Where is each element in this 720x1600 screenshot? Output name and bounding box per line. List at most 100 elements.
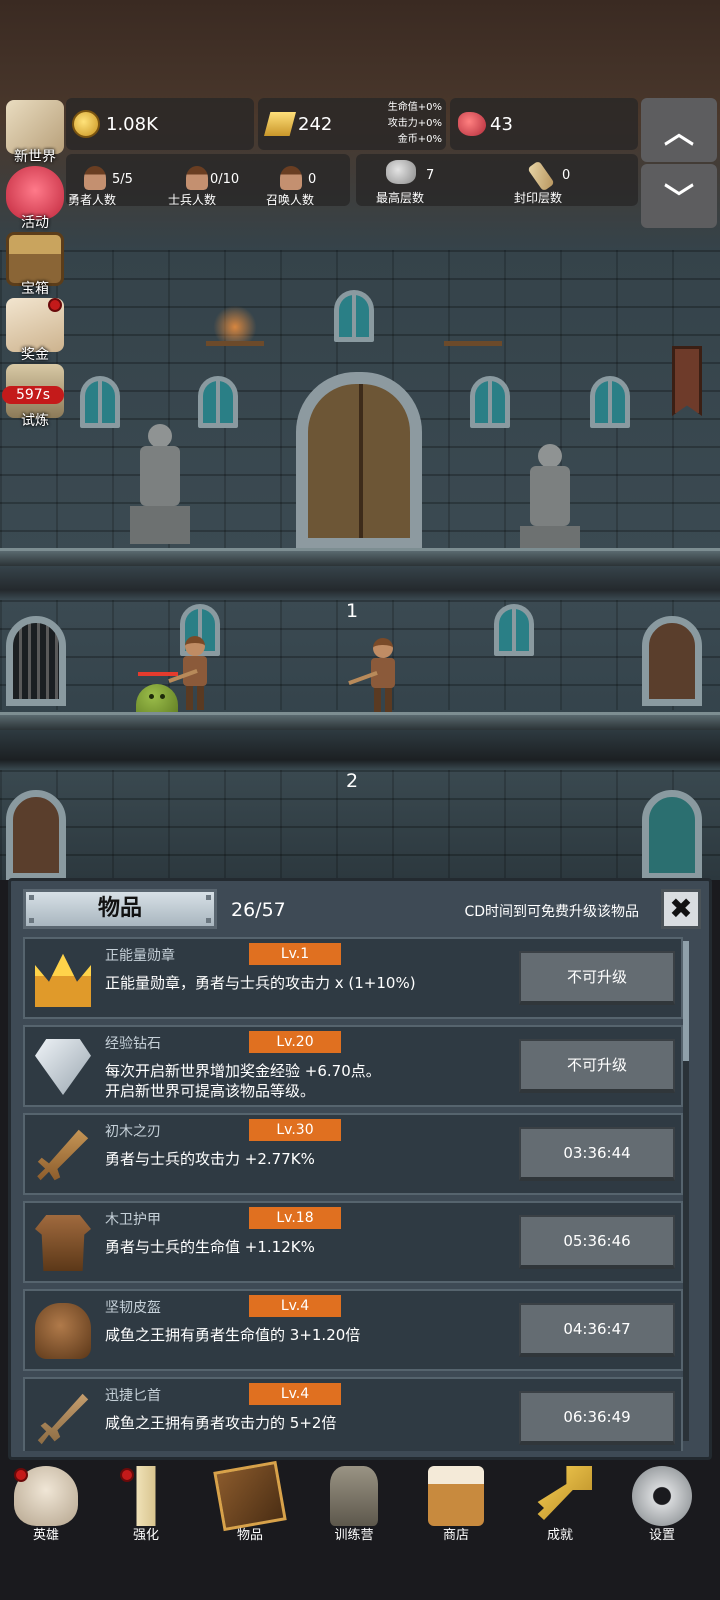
barred-door [6, 616, 66, 706]
scroll-icon [527, 160, 555, 192]
level-badge: Lv.4 [249, 1383, 341, 1405]
side-menu-label: 试炼 [21, 413, 49, 429]
close-button[interactable]: ✖ [661, 889, 701, 929]
item-row: 正能量勋章 Lv.1 正能量勋章，勇者与士兵的攻击力 x (1+10%) 不可升… [23, 937, 683, 1019]
item-list-scrollbar[interactable] [683, 941, 689, 1441]
floor-ledge [0, 548, 720, 566]
side-menu-label: 奖金 [21, 347, 49, 363]
nav-label: 商店 [442, 1528, 469, 1543]
level-badge: Lv.18 [249, 1207, 341, 1229]
window [334, 290, 374, 342]
chandelier [444, 306, 502, 346]
key-icon [537, 1466, 592, 1520]
ingot-panel: 242 生命值+0% 攻击力+0% 金币+0% [258, 98, 446, 150]
gem-amount: 43 [490, 114, 513, 135]
cd-hint: CD时间到可免费升级该物品 [464, 904, 639, 920]
upgrade-timer-button[interactable]: 03:36:44 [519, 1127, 675, 1181]
nav-label: 物品 [236, 1528, 263, 1543]
item-description: 咸鱼之王拥有勇者生命值的 3+1.20倍 [105, 1326, 361, 1344]
item-name: 迅捷匕首 [105, 1388, 161, 1404]
items-title-text: 物品 [97, 896, 142, 921]
hero-character [168, 636, 212, 710]
sealed-floor-value: 0 [562, 168, 571, 183]
nav-label: 强化 [132, 1528, 159, 1543]
highest-floor-label: 最高层数 [376, 191, 425, 205]
nav-label: 英雄 [32, 1528, 59, 1543]
diamond-icon [35, 1039, 91, 1095]
chevron-up-icon: ︿ [664, 116, 694, 151]
items-panel: 物品 26/57 CD时间到可免费升级该物品 ✖ 正能量勋章 Lv.1 正能量勋… [8, 878, 712, 1460]
item-description: 每次开启新世界增加奖金经验 +6.70点。开启新世界可提高该物品等级。 [105, 1062, 381, 1100]
side-menu-chest[interactable]: 宝箱 [2, 232, 68, 298]
floor-number-2: 2 [346, 770, 359, 792]
nav-training-camp[interactable]: 训练营 [304, 1462, 404, 1562]
summon-count: 0 [308, 172, 317, 187]
item-row: 迅捷匕首 Lv.4 咸鱼之王拥有勇者攻击力的 5+2倍 06:36:49 [23, 1377, 683, 1451]
item-name: 正能量勋章 [105, 948, 175, 964]
item-name: 初木之刃 [105, 1124, 161, 1140]
helmet-icon [35, 1303, 91, 1359]
ingot-amount: 242 [298, 114, 333, 135]
nav-enhance[interactable]: 强化 [96, 1462, 196, 1562]
gem-panel: 43 [450, 98, 638, 150]
upgrade-timer-button[interactable]: 04:36:47 [519, 1303, 675, 1357]
soldier-count: 0/10 [210, 172, 240, 187]
scrollbar-thumb[interactable] [683, 941, 689, 1061]
item-description: 咸鱼之王拥有勇者攻击力的 5+2倍 [105, 1414, 337, 1432]
item-count: 26/57 [231, 899, 286, 921]
gold-ingot-icon [264, 112, 296, 136]
upgrade-timer-button[interactable]: 05:36:46 [519, 1215, 675, 1269]
crown-icon [35, 953, 91, 1007]
side-menu-bonus[interactable]: 奖金 [2, 298, 68, 364]
knight-statue [520, 444, 580, 564]
gear-icon [632, 1466, 692, 1526]
item-description: 勇者与士兵的生命值 +1.12K% [105, 1238, 315, 1256]
nav-label: 成就 [546, 1528, 573, 1543]
unit-stats-panel: 5/5 勇者人数 0/10 士兵人数 0 召唤人数 [66, 154, 350, 207]
level-badge: Lv.30 [249, 1119, 341, 1141]
item-name: 坚韧皮盔 [105, 1300, 161, 1316]
wooden-sword-icon [37, 1129, 89, 1181]
upgrade-timer-button[interactable]: 06:36:49 [519, 1391, 675, 1445]
hero-count: 5/5 [112, 172, 133, 187]
items-tab-title: 物品 [23, 889, 217, 929]
nav-heroes[interactable]: 英雄 [0, 1462, 96, 1562]
hero-character [348, 638, 400, 712]
floor-stats-panel: 7 最高层数 0 封印层数 [356, 154, 638, 206]
item-name: 经验钻石 [105, 1036, 161, 1052]
summon-count-label: 召唤人数 [266, 193, 315, 207]
slime-health-bar [138, 672, 178, 676]
side-menu-label: 活动 [21, 215, 49, 231]
window [470, 376, 510, 428]
red-gem-icon [458, 112, 486, 136]
nav-achievements[interactable]: 成就 [510, 1462, 610, 1562]
notification-dot [48, 298, 62, 312]
armor-icon [35, 1215, 91, 1271]
upgrade-button[interactable]: 不可升级 [519, 951, 675, 1005]
item-row: 木卫护甲 Lv.18 勇者与士兵的生命值 +1.12K% 05:36:46 [23, 1201, 683, 1283]
floor-1-wall [0, 600, 720, 710]
item-row: 坚韧皮盔 Lv.4 咸鱼之王拥有勇者生命值的 3+1.20倍 04:36:47 [23, 1289, 683, 1371]
hero-count-icon [84, 166, 106, 190]
side-menu-new-world[interactable]: 新世界 [2, 100, 68, 166]
item-name: 木卫护甲 [105, 1212, 161, 1228]
item-list[interactable]: 正能量勋章 Lv.1 正能量勋章，勇者与士兵的攻击力 x (1+10%) 不可升… [23, 937, 683, 1451]
lit-chandelier [206, 306, 264, 346]
upgrade-button[interactable]: 不可升级 [519, 1039, 675, 1093]
scroll-up-button[interactable]: ︿ [641, 98, 717, 162]
side-menu-events[interactable]: 活动 [2, 166, 68, 232]
scroll-down-button[interactable]: ﹀ [641, 164, 717, 228]
gold-coin-icon [72, 110, 100, 138]
nav-items[interactable]: 物品 [200, 1460, 300, 1562]
nav-shop[interactable]: 商店 [406, 1462, 506, 1562]
item-description: 正能量勋章，勇者与士兵的攻击力 x (1+10%) [105, 974, 416, 992]
item-row: 初木之刃 Lv.30 勇者与士兵的攻击力 +2.77K% 03:36:44 [23, 1113, 683, 1195]
floor-2-wall [0, 770, 720, 880]
hp-bonus: 生命值+0% [387, 102, 442, 113]
knight-statue [130, 424, 190, 544]
wooden-door [642, 616, 702, 706]
nav-settings[interactable]: 设置 [612, 1462, 712, 1562]
level-badge: Lv.20 [249, 1031, 341, 1053]
floor-number-1: 1 [346, 600, 359, 622]
level-badge: Lv.4 [249, 1295, 341, 1317]
